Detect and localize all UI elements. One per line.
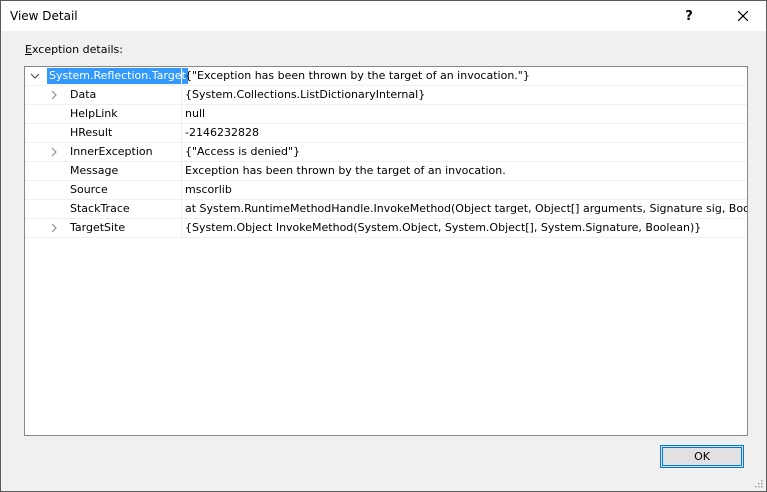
property-value: null [185, 107, 206, 120]
property-value: at System.RuntimeMethodHandle.InvokeMeth… [185, 202, 748, 215]
title-bar[interactable]: View Detail ? [1, 1, 766, 31]
column-separator [181, 181, 182, 200]
property-row[interactable]: Data {System.Collections.ListDictionaryIn… [25, 86, 747, 105]
property-row[interactable]: HResult -2146232828 [25, 124, 747, 143]
property-row[interactable]: InnerException {"Access is denied"} [25, 143, 747, 162]
property-value: {System.Object InvokeMethod(System.Objec… [185, 221, 702, 234]
property-value: {System.Collections.ListDictionaryIntern… [185, 88, 426, 101]
property-name: HelpLink [70, 107, 118, 120]
column-separator [181, 67, 182, 86]
chevron-right-icon[interactable] [49, 90, 59, 100]
label-accelerator: E [25, 43, 32, 56]
property-name: Source [70, 183, 108, 196]
property-value: {"Exception has been thrown by the targe… [185, 69, 530, 82]
dialog-body: Exception details: System.Reflection.Tar… [1, 31, 766, 491]
column-separator [181, 143, 182, 162]
chevron-right-icon[interactable] [49, 223, 59, 233]
property-value: -2146232828 [185, 126, 259, 139]
exception-property-grid[interactable]: System.Reflection.Target {"Exception has … [24, 66, 748, 436]
property-row[interactable]: Message Exception has been thrown by the … [25, 162, 747, 181]
property-name: Data [70, 88, 97, 101]
property-name: TargetSite [70, 221, 126, 234]
property-value: {"Access is denied"} [185, 145, 301, 158]
property-row[interactable]: Source mscorlib [25, 181, 747, 200]
property-row[interactable]: StackTrace at System.RuntimeMethodHandle… [25, 200, 747, 219]
column-separator [181, 162, 182, 181]
property-row[interactable]: TargetSite {System.Object InvokeMethod(Sy… [25, 219, 747, 238]
ok-button[interactable]: OK [660, 445, 744, 468]
chevron-down-icon[interactable] [30, 71, 40, 81]
view-detail-dialog: View Detail ? Exception details: System.… [0, 0, 767, 492]
property-name: StackTrace [70, 202, 130, 215]
property-name: System.Reflection.Target [47, 68, 188, 84]
window-title: View Detail [10, 9, 78, 23]
column-separator [181, 219, 182, 238]
column-separator [181, 124, 182, 143]
resize-grip-icon[interactable] [753, 478, 763, 488]
property-value: Exception has been thrown by the target … [185, 164, 506, 177]
column-separator [181, 105, 182, 124]
column-separator [181, 86, 182, 105]
property-name: Message [70, 164, 119, 177]
chevron-right-icon[interactable] [49, 147, 59, 157]
help-button[interactable]: ? [666, 1, 712, 31]
column-separator [181, 200, 182, 219]
close-button[interactable] [720, 1, 766, 31]
close-icon [738, 11, 748, 21]
property-row[interactable]: HelpLink null [25, 105, 747, 124]
property-name: InnerException [70, 145, 153, 158]
property-value: mscorlib [185, 183, 232, 196]
label-text: xception details: [31, 43, 123, 56]
property-name: HResult [70, 126, 113, 139]
property-row-root[interactable]: System.Reflection.Target {"Exception has … [25, 67, 747, 86]
exception-details-label: Exception details: [25, 43, 123, 56]
